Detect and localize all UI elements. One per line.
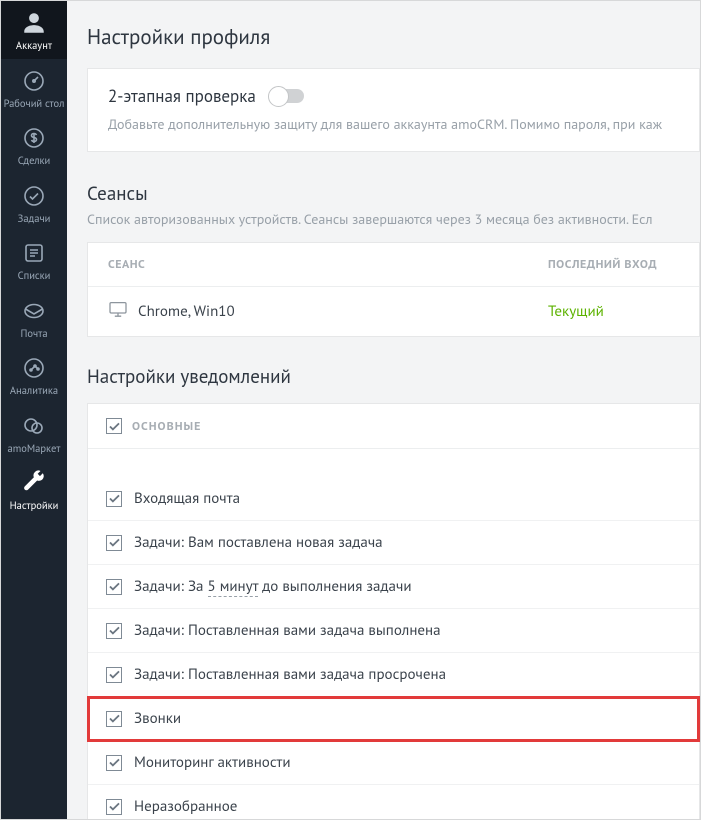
check-circle-icon bbox=[20, 182, 48, 210]
two-factor-label: 2-этапная проверка bbox=[108, 85, 256, 107]
notification-row: Неразобранное bbox=[88, 785, 699, 819]
notification-row: Мониторинг активности bbox=[88, 741, 699, 785]
market-icon bbox=[20, 412, 48, 440]
sidebar-item-mail[interactable]: Почта bbox=[1, 289, 67, 347]
notification-checkbox[interactable] bbox=[106, 491, 122, 507]
two-factor-card: 2-этапная проверка Добавьте дополнительн… bbox=[87, 68, 700, 152]
sidebar-item-label: Аналитика bbox=[10, 385, 58, 397]
time-selector[interactable]: 5 минут bbox=[208, 577, 259, 597]
sidebar-item-label: amoМаркет bbox=[8, 443, 61, 455]
sidebar-item-label: Настройки bbox=[10, 500, 59, 512]
user-silhouette-icon bbox=[20, 9, 48, 37]
notif-group-main: ОСНОВНЫЕ bbox=[88, 404, 699, 449]
monitor-icon bbox=[108, 301, 128, 322]
wrench-icon bbox=[20, 469, 48, 497]
notification-label: Входящая почта bbox=[134, 489, 240, 508]
sidebar-item-deals[interactable]: Сделки bbox=[1, 116, 67, 174]
sidebar-item-label: Почта bbox=[20, 328, 47, 340]
sidebar-item-label: Списки bbox=[18, 270, 51, 282]
notifications-title: Настройки уведомлений bbox=[87, 365, 700, 389]
two-factor-toggle[interactable] bbox=[270, 89, 304, 103]
notification-row: Задачи: Поставленная вами задача выполне… bbox=[88, 609, 699, 653]
session-device: Chrome, Win10 bbox=[138, 302, 235, 321]
dollar-icon bbox=[20, 124, 48, 152]
notification-checkbox[interactable] bbox=[106, 667, 122, 683]
notification-label: Задачи: За 5 минут до выполнения задачи bbox=[134, 577, 412, 596]
notification-checkbox[interactable] bbox=[106, 535, 122, 551]
session-row: Chrome, Win10 Текущий bbox=[88, 287, 699, 336]
sidebar-item-label: Сделки bbox=[18, 155, 51, 167]
notification-row: Звонки bbox=[88, 697, 699, 741]
sidebar-item-label: Задачи bbox=[18, 213, 51, 225]
sidebar-item-label: Рабочий стол bbox=[4, 98, 65, 110]
notifications-card: ОСНОВНЫЕ Входящая почта Задачи: Вам поста… bbox=[87, 403, 700, 819]
main-content: Настройки профиля 2-этапная проверка Доб… bbox=[67, 1, 700, 819]
sidebar-item-lists[interactable]: Списки bbox=[1, 231, 67, 289]
notification-checkbox[interactable] bbox=[106, 623, 122, 639]
notification-checkbox[interactable] bbox=[106, 755, 122, 771]
two-factor-description: Добавьте дополнительную защиту для вашег… bbox=[108, 115, 679, 133]
sidebar-item-tasks[interactable]: Задачи bbox=[1, 174, 67, 232]
notification-checkbox[interactable] bbox=[106, 579, 122, 595]
page-title: Настройки профиля bbox=[87, 23, 700, 50]
notification-label: Задачи: Поставленная вами задача выполне… bbox=[134, 621, 441, 640]
sessions-table: СЕАНС ПОСЛЕДНИЙ ВХОД Chrome, Win10 Текущ… bbox=[87, 242, 700, 337]
sessions-subtitle: Список авторизованных устройств. Сеансы … bbox=[87, 210, 700, 228]
notification-row: Задачи: Вам поставлена новая задача bbox=[88, 521, 699, 565]
sidebar-item-dashboard[interactable]: Рабочий стол bbox=[1, 59, 67, 117]
session-last-login: Текущий bbox=[548, 302, 679, 321]
mail-icon bbox=[20, 297, 48, 325]
col-header-session: СЕАНС bbox=[108, 257, 548, 272]
sidebar-item-settings[interactable]: Настройки bbox=[1, 461, 67, 519]
group-label: ОСНОВНЫЕ bbox=[132, 419, 201, 434]
notification-checkbox[interactable] bbox=[106, 711, 122, 727]
sidebar-item-account[interactable]: Аккаунт bbox=[1, 1, 67, 59]
sidebar-item-market[interactable]: amoМаркет bbox=[1, 404, 67, 462]
notification-label: Задачи: Вам поставлена новая задача bbox=[134, 533, 383, 552]
sidebar-item-analytics[interactable]: Аналитика bbox=[1, 346, 67, 404]
sessions-table-head: СЕАНС ПОСЛЕДНИЙ ВХОД bbox=[88, 243, 699, 287]
notification-checkbox[interactable] bbox=[106, 799, 122, 815]
analytics-icon bbox=[20, 354, 48, 382]
notification-row: Задачи: Поставленная вами задача просроч… bbox=[88, 653, 699, 697]
gauge-icon bbox=[20, 67, 48, 95]
sidebar-item-label: Аккаунт bbox=[16, 40, 52, 52]
group-checkbox[interactable] bbox=[106, 418, 122, 434]
sessions-title: Сеансы bbox=[87, 182, 700, 206]
notification-label: Звонки bbox=[134, 709, 181, 728]
notification-label: Неразобранное bbox=[134, 797, 237, 816]
sidebar: Аккаунт Рабочий стол Сделки Задачи Списк… bbox=[1, 1, 67, 819]
notification-label: Задачи: Поставленная вами задача просроч… bbox=[134, 665, 446, 684]
notification-row: Входящая почта bbox=[88, 477, 699, 521]
notification-label: Мониторинг активности bbox=[134, 753, 291, 772]
notification-row: Задачи: За 5 минут до выполнения задачи bbox=[88, 565, 699, 609]
sessions-header: Сеансы Список авторизованных устройств. … bbox=[87, 182, 700, 228]
col-header-last-login: ПОСЛЕДНИЙ ВХОД bbox=[548, 257, 679, 272]
list-icon bbox=[20, 239, 48, 267]
